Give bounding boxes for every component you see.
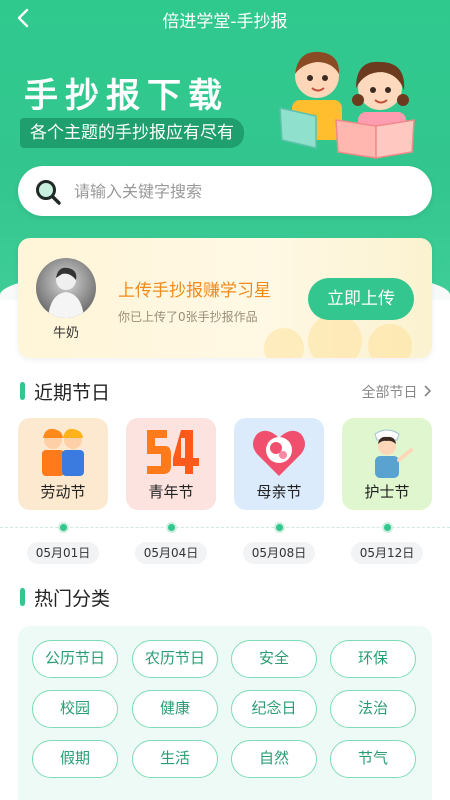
reading-kids-illustration — [279, 51, 415, 159]
holiday-card-labor[interactable]: 劳动节 — [18, 418, 108, 510]
nurse-icon — [374, 429, 413, 478]
holiday-label: 劳动节 — [40, 483, 86, 501]
timeline-dot — [274, 522, 285, 533]
timeline-dot — [166, 522, 177, 533]
page-title: 倍进学堂-手抄报 — [162, 12, 288, 32]
upload-count-text: 你已上传了0张手抄报作品 — [118, 310, 258, 324]
holiday-label: 护士节 — [364, 483, 410, 501]
holiday-label: 母亲节 — [256, 483, 302, 501]
categories-panel: 公历节日 农历节日 安全 环保 校园 健康 纪念日 法治 假期 生活 自然 节气 — [18, 626, 432, 800]
all-holidays-link[interactable]: 全部节日 — [362, 382, 432, 402]
heart-mother-icon — [253, 430, 305, 476]
chevron-right-icon — [422, 385, 432, 401]
category-chip[interactable]: 环保 — [330, 640, 416, 678]
all-holidays-label: 全部节日 — [361, 385, 418, 401]
number-54-icon — [147, 430, 199, 474]
hot-categories-title: 热门分类 — [20, 584, 110, 611]
holiday-date: 05月08日 — [243, 542, 315, 564]
category-chip[interactable]: 自然 — [231, 740, 317, 778]
search-bar[interactable] — [18, 166, 432, 216]
holiday-card-youth[interactable]: 青年节 — [126, 418, 216, 510]
avatar[interactable] — [36, 258, 96, 318]
holiday-date: 05月04日 — [135, 542, 207, 564]
recent-holidays-title: 近期节日 — [20, 378, 110, 405]
upload-card: 牛奶 上传手抄报赚学习星 你已上传了0张手抄报作品 立即上传 — [18, 238, 432, 358]
category-chip[interactable]: 公历节日 — [32, 640, 118, 678]
holiday-date: 05月12日 — [351, 542, 423, 564]
holiday-card-nurse[interactable]: 护士节 — [342, 418, 432, 510]
decor-circle — [368, 324, 412, 358]
nav-bar: 倍进学堂-手抄报 — [0, 0, 450, 36]
timeline-dot — [382, 522, 393, 533]
timeline-dot — [58, 522, 69, 533]
search-icon — [36, 180, 61, 205]
upload-now-button[interactable]: 立即上传 — [308, 278, 414, 320]
holiday-label: 青年节 — [148, 483, 194, 501]
hero-title: 手抄报下载 — [24, 76, 229, 116]
category-chip[interactable]: 法治 — [330, 690, 416, 728]
user-name: 牛奶 — [52, 326, 79, 341]
upload-title: 上传手抄报赚学习星 — [118, 281, 271, 301]
hero-subtitle: 各个主题的手抄报应有尽有 — [20, 118, 244, 148]
category-chip[interactable]: 纪念日 — [231, 690, 317, 728]
category-chip[interactable]: 安全 — [231, 640, 317, 678]
holiday-card-mother[interactable]: 母亲节 — [234, 418, 324, 510]
category-chip[interactable]: 校园 — [32, 690, 118, 728]
workers-icon — [42, 428, 84, 476]
decor-circle — [308, 314, 362, 358]
category-chip[interactable]: 节气 — [330, 740, 416, 778]
category-chip[interactable]: 假期 — [32, 740, 118, 778]
holiday-date: 05月01日 — [27, 542, 99, 564]
category-chip[interactable]: 农历节日 — [132, 640, 218, 678]
search-input[interactable] — [74, 166, 414, 216]
decor-circle — [264, 328, 304, 358]
category-chip[interactable]: 健康 — [132, 690, 218, 728]
category-chip[interactable]: 生活 — [132, 740, 218, 778]
